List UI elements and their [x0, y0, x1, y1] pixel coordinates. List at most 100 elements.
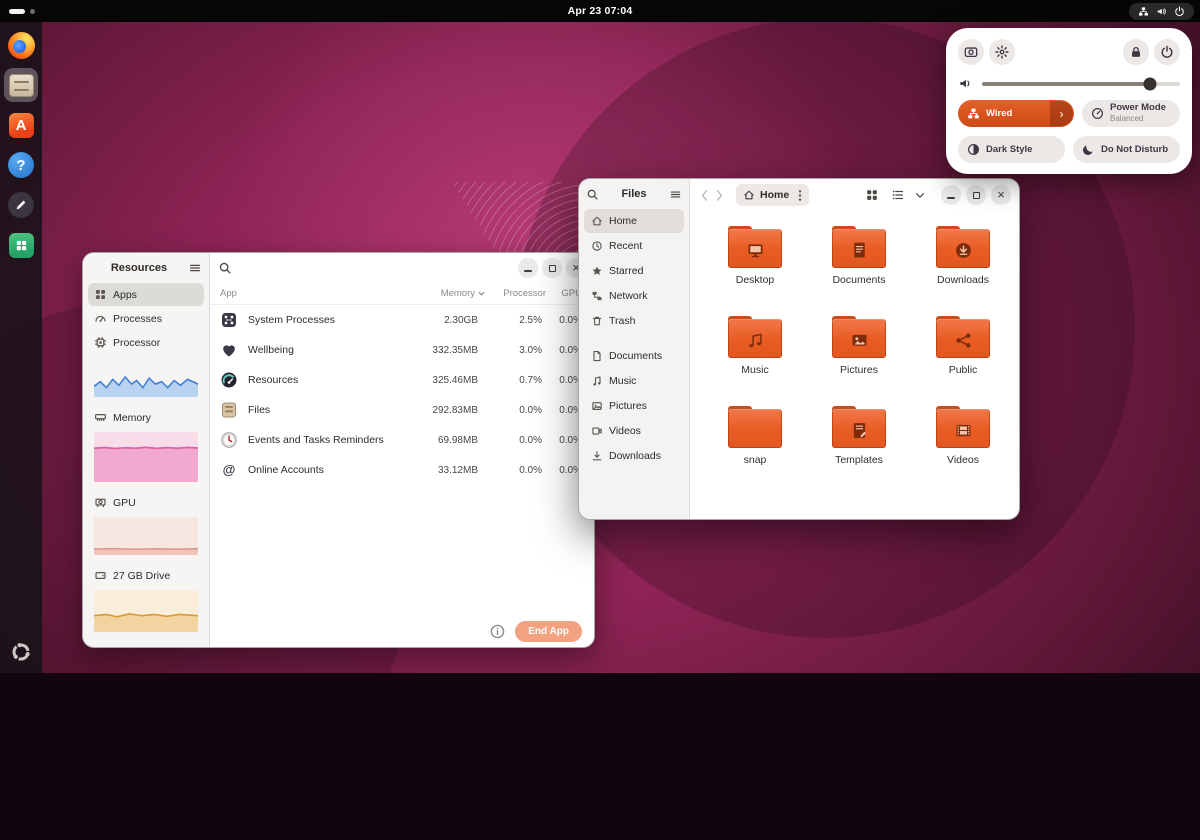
power-button[interactable]	[1154, 39, 1180, 65]
resources-headerbar: ×	[210, 253, 594, 283]
resources-sidebar-item[interactable]: Processes	[88, 307, 204, 330]
svg-text:@: @	[223, 462, 236, 477]
app-wellbeing-icon	[220, 341, 238, 359]
files-sidebar-item[interactable]: Videos	[584, 419, 684, 443]
close-button[interactable]: ×	[991, 185, 1011, 205]
forward-icon[interactable]	[715, 189, 724, 202]
column-processor[interactable]: Processor	[503, 288, 546, 299]
image-icon	[591, 400, 603, 412]
files-sidebar-item[interactable]: Home	[584, 209, 684, 233]
dock-item[interactable]: A	[4, 108, 38, 142]
folder-item[interactable]: Pictures	[807, 316, 911, 401]
files-sidebar-item[interactable]: Network	[584, 284, 684, 308]
folder-item[interactable]: Templates	[807, 406, 911, 491]
table-column-headers: App Memory Processor GPU	[210, 283, 594, 305]
back-icon[interactable]	[700, 189, 709, 202]
app-row[interactable]: System Processes 2.30GB 2.5% 0.0%	[210, 305, 594, 335]
emblem-plain-icon	[728, 413, 782, 448]
files-sidebar-item[interactable]: Pictures	[584, 394, 684, 418]
column-app[interactable]: App	[220, 288, 406, 299]
emblem-pictures-icon	[832, 323, 886, 358]
info-icon[interactable]	[490, 624, 505, 639]
resources-sidebar-item[interactable]: Ethernet Connecti…	[88, 641, 204, 647]
files-sidebar-item[interactable]: Documents	[584, 344, 684, 368]
volume-slider[interactable]	[982, 82, 1180, 86]
files-sidebar-item[interactable]: Downloads	[584, 444, 684, 468]
network-icon	[591, 290, 603, 302]
graph-orange-icon	[94, 590, 198, 632]
folder-item[interactable]: snap	[703, 406, 807, 491]
app-row[interactable]: Events and Tasks Reminders 69.98MB 0.0% …	[210, 425, 594, 455]
folder-item[interactable]: Videos	[911, 406, 1015, 491]
dock-item[interactable]	[4, 188, 38, 222]
volume-icon	[1156, 6, 1167, 17]
minimize-button[interactable]	[941, 185, 961, 205]
search-icon[interactable]	[586, 188, 599, 201]
maximize-button[interactable]	[966, 185, 986, 205]
resources-sidebar-item[interactable]: Apps	[88, 283, 204, 306]
workspace-dot	[30, 9, 35, 14]
clock[interactable]: Apr 23 07:04	[568, 5, 633, 17]
menu-icon[interactable]	[188, 261, 202, 275]
files-sidebar-item[interactable]: Music	[584, 369, 684, 393]
folder-item[interactable]: Documents	[807, 226, 911, 311]
network-icon	[1138, 6, 1149, 17]
grid-view-icon[interactable]	[865, 188, 879, 202]
wired-toggle[interactable]: Wired ›	[958, 100, 1074, 127]
dock-item[interactable]	[4, 68, 38, 102]
power-mode-toggle[interactable]: Power Mode Balanced	[1082, 100, 1180, 127]
folder-item[interactable]: Public	[911, 316, 1015, 401]
volume-handle[interactable]	[1144, 77, 1157, 90]
resources-sidebar-item[interactable]: Memory	[88, 406, 204, 490]
system-status-area[interactable]	[1129, 3, 1194, 20]
show-apps-button[interactable]	[4, 635, 38, 669]
speaker-icon	[958, 76, 973, 91]
lock-button[interactable]	[1123, 39, 1149, 65]
maximize-button[interactable]	[542, 258, 562, 278]
app-row[interactable]: @ Online Accounts 33.12MB 0.0% 0.0%	[210, 455, 594, 485]
resources-sidebar-item[interactable]: 27 GB Drive	[88, 564, 204, 640]
folder-item[interactable]: Downloads	[911, 226, 1015, 311]
minimize-button[interactable]	[518, 258, 538, 278]
end-app-button[interactable]: End App	[515, 621, 582, 642]
video-icon	[591, 425, 603, 437]
grid-icon	[94, 288, 107, 301]
wired-expand-arrow[interactable]: ›	[1050, 101, 1073, 126]
folder-icon	[728, 226, 782, 268]
star-icon	[591, 265, 603, 277]
path-bar[interactable]: Home	[736, 184, 809, 206]
screenshot-button[interactable]	[958, 39, 984, 65]
dock-item[interactable]	[4, 28, 38, 62]
dark-style-toggle[interactable]: Dark Style	[958, 136, 1065, 163]
resources-sidebar-item[interactable]: Processor	[88, 331, 204, 405]
home-icon	[591, 215, 603, 227]
do-not-disturb-toggle[interactable]: Do Not Disturb	[1073, 136, 1180, 163]
workspace-indicator[interactable]	[9, 0, 35, 22]
list-view-icon[interactable]	[891, 188, 905, 202]
column-memory[interactable]: Memory	[441, 288, 486, 299]
dock-editor-icon	[8, 192, 34, 218]
files-sidebar-item[interactable]: Starred	[584, 259, 684, 283]
emblem-templates-icon	[832, 413, 886, 448]
gear-icon	[995, 45, 1009, 59]
app-row[interactable]: Resources 325.46MB 0.7% 0.0%	[210, 365, 594, 395]
menu-icon[interactable]	[669, 188, 682, 201]
files-headerbar: Home ×	[690, 179, 1019, 211]
sort-chevron-icon[interactable]	[915, 192, 925, 199]
folder-item[interactable]: Music	[703, 316, 807, 401]
app-row[interactable]: Files 292.83MB 0.0% 0.0%	[210, 395, 594, 425]
files-sidebar-item[interactable]: Trash	[584, 309, 684, 333]
resources-sidebar-item[interactable]: GPU	[88, 491, 204, 563]
power-icon	[1160, 45, 1174, 59]
dock-item[interactable]	[4, 228, 38, 262]
search-icon[interactable]	[218, 261, 232, 275]
folder-item[interactable]: Desktop	[703, 226, 807, 311]
location-menu-icon[interactable]	[798, 189, 802, 202]
settings-button[interactable]	[989, 39, 1015, 65]
app-accounts-icon: @	[220, 461, 238, 479]
files-sidebar-item[interactable]: Recent	[584, 234, 684, 258]
graph-blue-icon	[94, 357, 198, 397]
app-row[interactable]: Wellbeing 332.35MB 3.0% 0.0%	[210, 335, 594, 365]
resources-footer: End App	[210, 615, 594, 647]
dock-item[interactable]: ?	[4, 148, 38, 182]
